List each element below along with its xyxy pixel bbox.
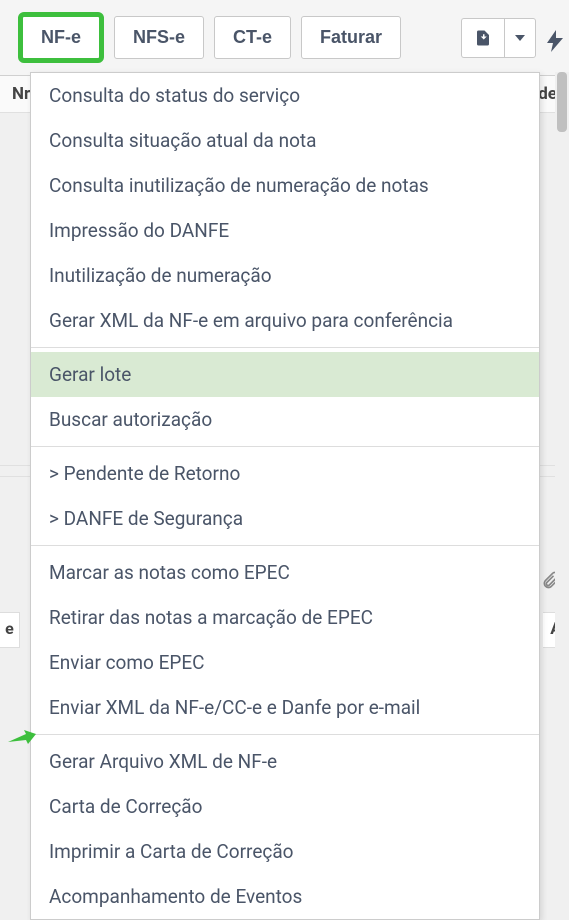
menu-item-danfe-seguranca[interactable]: > DANFE de Segurança xyxy=(31,496,539,541)
export-dropdown-button[interactable] xyxy=(504,18,536,58)
menu-item-pendente-retorno[interactable]: > Pendente de Retorno xyxy=(31,451,539,496)
menu-item-marcar-epec[interactable]: Marcar as notas como EPEC xyxy=(31,550,539,595)
nfe-button[interactable]: NF-e xyxy=(18,12,104,63)
annotation-arrow-icon xyxy=(8,728,36,750)
scrollbar-thumb[interactable] xyxy=(557,72,567,132)
menu-item-gerar-arquivo-xml[interactable]: Gerar Arquivo XML de NF-e xyxy=(31,739,539,784)
caret-down-icon xyxy=(515,33,525,43)
menu-separator xyxy=(31,734,539,735)
menu-item-inutilizacao-numeracao[interactable]: Inutilização de numeração xyxy=(31,253,539,298)
bolt-icon[interactable] xyxy=(547,30,563,58)
menu-item-impressao-danfe[interactable]: Impressão do DANFE xyxy=(31,208,539,253)
menu-item-acompanhamento-eventos[interactable]: Acompanhamento de Eventos xyxy=(31,874,539,919)
nfe-dropdown-menu: Consulta do status do serviço Consulta s… xyxy=(30,72,540,920)
menu-item-retirar-epec[interactable]: Retirar das notas a marcação de EPEC xyxy=(31,595,539,640)
toolbar: NF-e NFS-e CT-e Faturar xyxy=(0,0,569,76)
menu-separator xyxy=(31,545,539,546)
menu-item-consulta-situacao[interactable]: Consulta situação atual da nota xyxy=(31,118,539,163)
cte-button[interactable]: CT-e xyxy=(214,16,291,59)
export-button[interactable] xyxy=(461,18,504,58)
menu-item-gerar-lote[interactable]: Gerar lote xyxy=(31,352,539,397)
menu-separator xyxy=(31,347,539,348)
menu-item-buscar-autorizacao[interactable]: Buscar autorização xyxy=(31,397,539,442)
export-icon xyxy=(474,29,492,47)
menu-item-enviar-epec[interactable]: Enviar como EPEC xyxy=(31,640,539,685)
menu-item-gerar-xml[interactable]: Gerar XML da NF-e em arquivo para confer… xyxy=(31,298,539,343)
faturar-button[interactable]: Faturar xyxy=(301,16,401,59)
nfse-button[interactable]: NFS-e xyxy=(114,16,204,59)
dropdown-scrollbar[interactable] xyxy=(555,72,569,806)
menu-item-imprimir-carta-correcao[interactable]: Imprimir a Carta de Correção xyxy=(31,829,539,874)
bottom-left-cell: e xyxy=(0,612,20,648)
menu-item-consulta-status[interactable]: Consulta do status do serviço xyxy=(31,73,539,118)
menu-item-carta-correcao[interactable]: Carta de Correção xyxy=(31,784,539,829)
menu-item-consulta-inutilizacao[interactable]: Consulta inutilização de numeração de no… xyxy=(31,163,539,208)
menu-separator xyxy=(31,446,539,447)
menu-item-enviar-xml-email[interactable]: Enviar XML da NF-e/CC-e e Danfe por e-ma… xyxy=(31,685,539,730)
